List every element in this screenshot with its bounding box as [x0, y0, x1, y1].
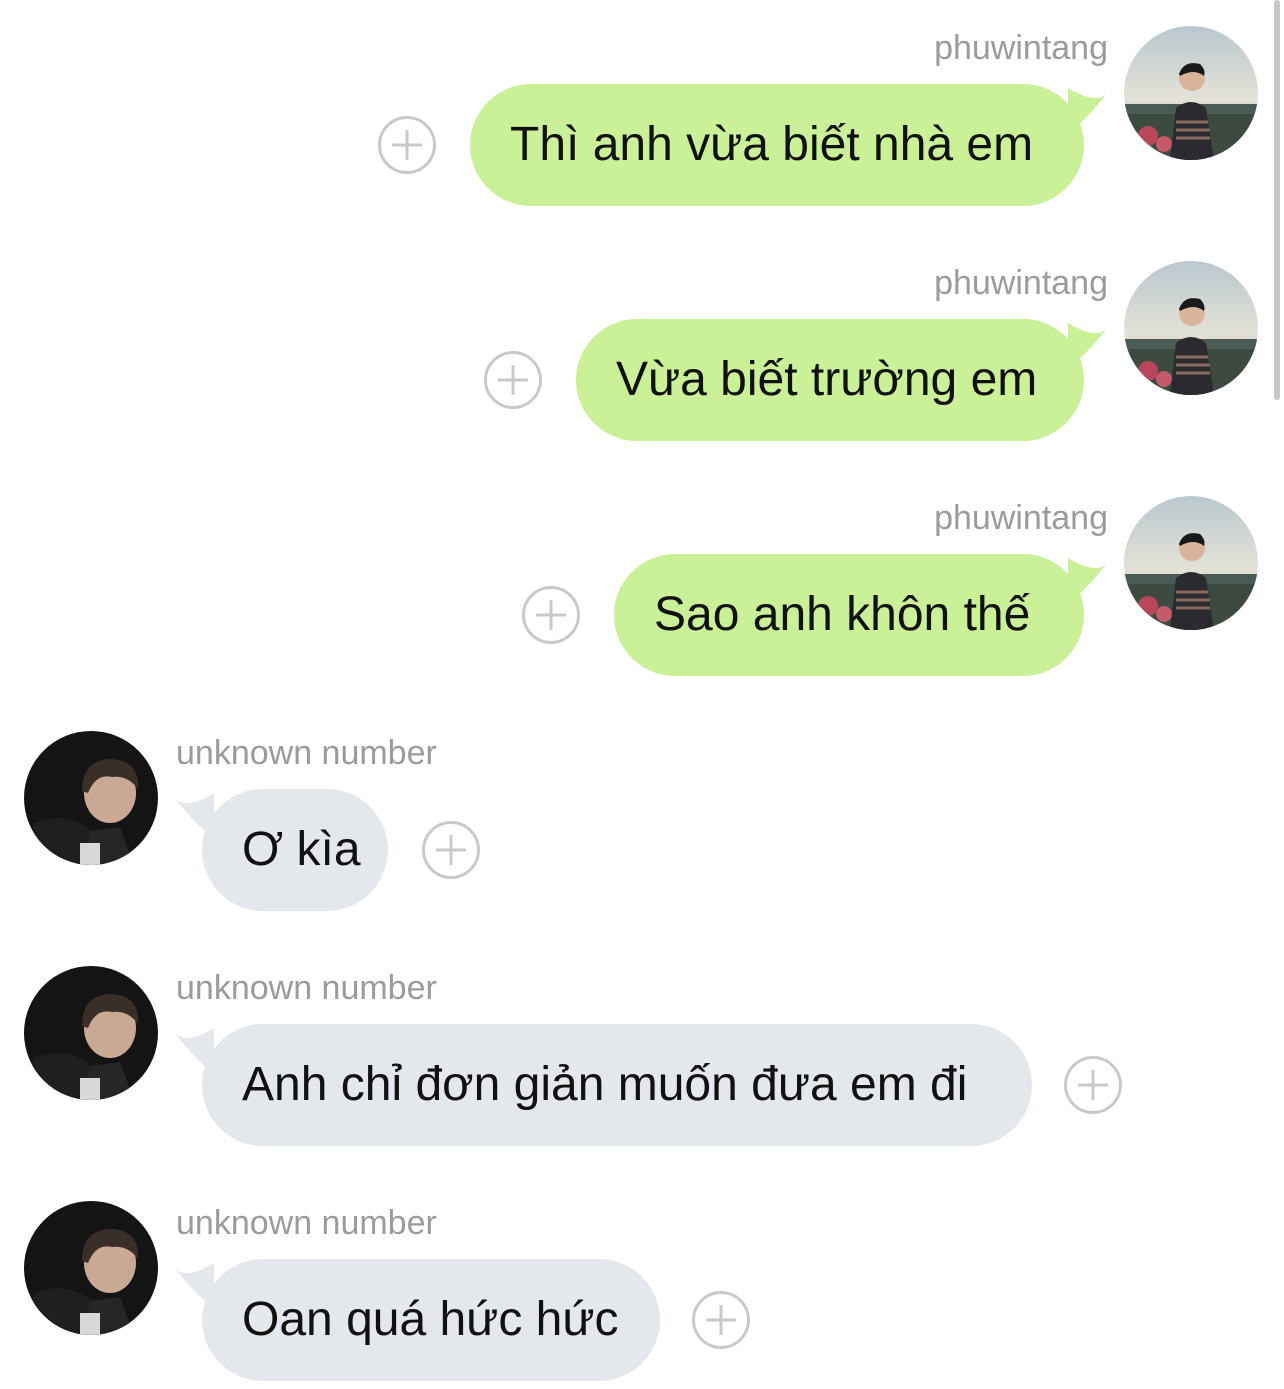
- message-bubble[interactable]: Sao anh khôn thế: [614, 554, 1084, 676]
- add-reaction-icon[interactable]: [1064, 1056, 1122, 1114]
- sender-name: unknown number: [176, 969, 437, 1007]
- add-reaction-icon[interactable]: [422, 821, 480, 879]
- add-reaction-icon[interactable]: [484, 351, 542, 409]
- message-bubble[interactable]: Thì anh vừa biết nhà em: [470, 84, 1084, 206]
- message-outgoing: phuwintang Vừa biết trường em: [0, 235, 1284, 455]
- sender-name: unknown number: [176, 734, 437, 772]
- message-outgoing: phuwintang Sao anh khôn thế: [0, 470, 1284, 690]
- scrollbar[interactable]: [1274, 0, 1280, 400]
- sender-name: phuwintang: [934, 499, 1108, 537]
- message-incoming: unknown number Ơ kìa: [0, 705, 1284, 925]
- sender-avatar[interactable]: [1124, 496, 1258, 630]
- message-bubble[interactable]: Oan quá hức hức: [202, 1259, 660, 1381]
- sender-name: phuwintang: [934, 264, 1108, 302]
- message-outgoing: phuwintang Thì anh vừa biết nhà em: [0, 0, 1284, 220]
- add-reaction-icon[interactable]: [692, 1291, 750, 1349]
- message-bubble[interactable]: Vừa biết trường em: [576, 319, 1084, 441]
- sender-avatar[interactable]: [1124, 261, 1258, 395]
- sender-name: phuwintang: [934, 29, 1108, 67]
- message-bubble[interactable]: Ơ kìa: [202, 789, 388, 911]
- sender-avatar[interactable]: [1124, 26, 1258, 160]
- sender-name: unknown number: [176, 1204, 437, 1242]
- add-reaction-icon[interactable]: [522, 586, 580, 644]
- message-incoming: unknown number Oan quá hức hức: [0, 1175, 1284, 1389]
- message-incoming: unknown number Anh chỉ đơn giản muốn đưa…: [0, 940, 1284, 1160]
- chat-thread: phuwintang Thì anh vừa biết nhà em phuwi…: [0, 0, 1284, 1389]
- sender-avatar[interactable]: [24, 1201, 158, 1335]
- add-reaction-icon[interactable]: [378, 116, 436, 174]
- sender-avatar[interactable]: [24, 966, 158, 1100]
- message-bubble[interactable]: Anh chỉ đơn giản muốn đưa em đi: [202, 1024, 1032, 1146]
- sender-avatar[interactable]: [24, 731, 158, 865]
